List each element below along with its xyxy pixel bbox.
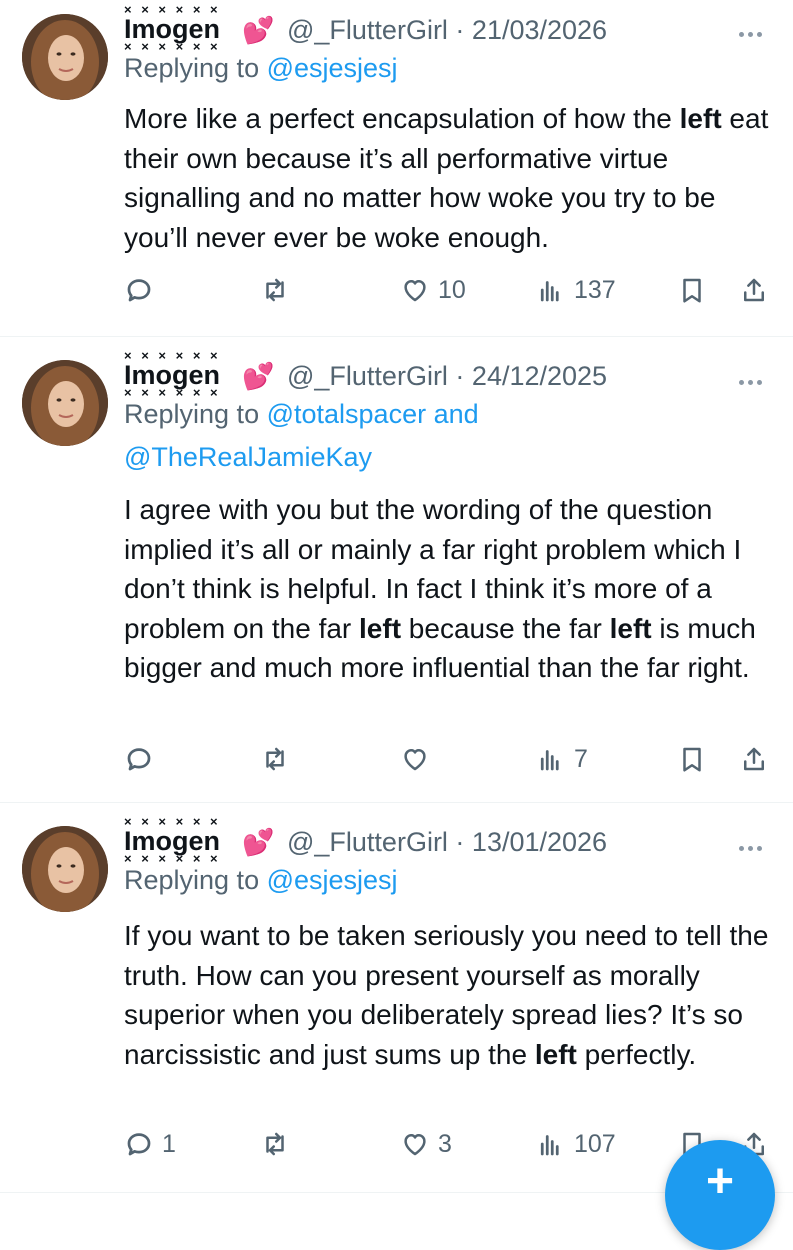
tweet[interactable]: × × × × × × Imogen × × × × × × 💕 @_Flutt… <box>0 336 793 802</box>
bookmark-button[interactable] <box>677 270 707 310</box>
like-icon <box>404 280 426 302</box>
retweet-icon <box>266 278 284 302</box>
like-count: 3 <box>438 1129 452 1158</box>
replying-to-label: Replying to <box>124 865 267 895</box>
views-icon <box>540 1135 559 1156</box>
tweet[interactable]: × × × × × × Imogen × × × × × × 💕 @_Flutt… <box>0 0 793 336</box>
more-icon[interactable] <box>739 372 771 385</box>
compose-plus-icon: + <box>705 1155 735 1208</box>
like-icon <box>404 1134 426 1156</box>
handle-and-date[interactable]: @_FlutterGirl · 13/01/2026 <box>287 827 607 858</box>
share-button[interactable] <box>739 270 769 310</box>
heart-emoji: 💕 <box>242 15 275 45</box>
text-segment-bold: left <box>679 103 722 134</box>
action-bar: 10 137 <box>124 270 784 310</box>
like-button[interactable] <box>400 739 438 779</box>
bookmark-icon <box>683 278 701 303</box>
views-icon <box>540 281 559 302</box>
retweet-button[interactable] <box>260 270 298 310</box>
replying-to: Replying to @totalspacer and <box>124 394 479 434</box>
like-button[interactable]: 3 <box>400 1124 452 1164</box>
retweet-button[interactable] <box>260 1124 298 1164</box>
views-button[interactable]: 137 <box>536 270 616 310</box>
text-segment-bold: left <box>534 1038 577 1070</box>
replying-to-label: Replying to <box>124 53 267 83</box>
avatar-photo <box>22 360 108 446</box>
avatar[interactable] <box>22 826 108 912</box>
reply-icon <box>127 1133 151 1156</box>
replying-to-label: Replying to <box>124 399 267 429</box>
handle-and-date[interactable]: @_FlutterGirl · 24/12/2025 <box>287 361 607 392</box>
bookmark-icon <box>683 747 701 772</box>
heart-emoji: 💕 <box>242 827 275 857</box>
bookmark-button[interactable] <box>677 739 707 779</box>
more-icon[interactable] <box>739 24 771 37</box>
retweet-button[interactable] <box>260 739 298 779</box>
like-icon <box>404 749 426 771</box>
text-segment-bold: left <box>609 612 652 644</box>
retweet-icon <box>266 747 284 771</box>
more-icon[interactable] <box>739 838 771 851</box>
reply-icon <box>127 748 151 771</box>
tweet-text: If you want to be taken seriously you ne… <box>124 916 784 1074</box>
reply-button[interactable] <box>124 270 162 310</box>
views-icon <box>540 750 559 771</box>
views-button[interactable]: 107 <box>536 1124 616 1164</box>
tweet[interactable]: × × × × × × Imogen × × × × × × 💕 @_Flutt… <box>0 802 793 1200</box>
mention-link[interactable]: @esjesjesj <box>267 865 398 895</box>
like-count: 10 <box>438 275 466 304</box>
views-count: 107 <box>574 1129 616 1158</box>
compose-button[interactable]: + <box>665 1140 775 1250</box>
views-button[interactable]: 7 <box>536 739 588 779</box>
views-count: 137 <box>574 275 616 304</box>
text-segment: perfectly. <box>576 1038 697 1070</box>
mention-link[interactable]: @TheRealJamieKay <box>124 442 372 472</box>
replying-to: Replying to @esjesjesj <box>124 48 398 88</box>
action-bar: 7 <box>124 739 784 779</box>
share-icon <box>744 278 764 302</box>
avatar-photo <box>22 14 108 100</box>
like-button[interactable]: 10 <box>400 270 466 310</box>
tweet-text: I agree with you but the wording of the … <box>124 490 784 688</box>
text-segment: because the far <box>401 612 610 644</box>
replying-to-continued: @TheRealJamieKay <box>124 437 372 477</box>
avatar-photo <box>22 826 108 912</box>
replying-to: Replying to @esjesjesj <box>124 860 398 900</box>
share-icon <box>744 747 764 771</box>
mention-link[interactable]: @esjesjesj <box>267 53 398 83</box>
reply-button[interactable]: 1 <box>124 1124 176 1164</box>
handle-and-date[interactable]: @_FlutterGirl · 21/03/2026 <box>287 15 607 46</box>
share-button[interactable] <box>739 739 769 779</box>
heart-emoji: 💕 <box>242 361 275 391</box>
views-count: 7 <box>574 744 588 773</box>
tweet-text: More like a perfect encapsulation of how… <box>124 99 784 257</box>
avatar[interactable] <box>22 360 108 446</box>
mention-link[interactable]: @totalspacer and <box>267 399 479 429</box>
reply-icon <box>127 279 151 302</box>
avatar[interactable] <box>22 14 108 100</box>
reply-button[interactable] <box>124 739 162 779</box>
text-segment: More like a perfect encapsulation of how… <box>124 103 680 134</box>
text-segment-bold: left <box>359 612 402 644</box>
reply-count: 1 <box>162 1129 176 1158</box>
retweet-icon <box>266 1132 284 1156</box>
